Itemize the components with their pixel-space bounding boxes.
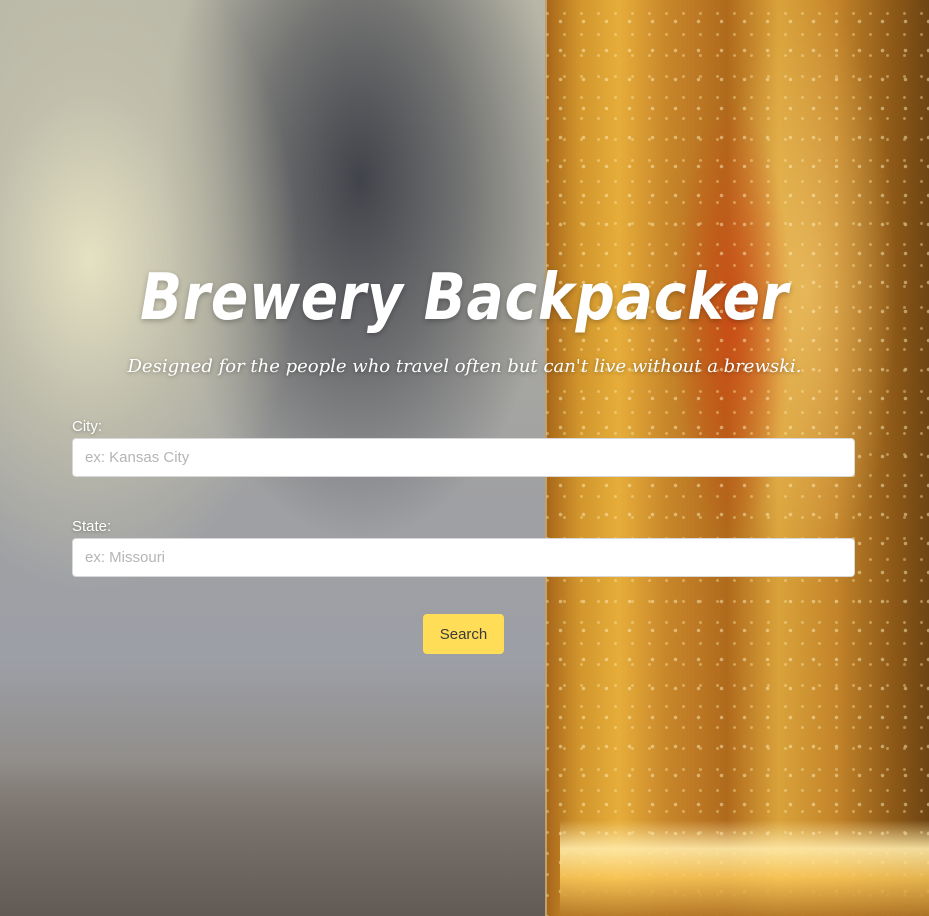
page-subtitle: Designed for the people who travel often… bbox=[127, 356, 802, 377]
hero-section: Brewery Backpacker Designed for the peop… bbox=[0, 0, 929, 916]
state-input[interactable] bbox=[72, 538, 855, 577]
city-input[interactable] bbox=[72, 438, 855, 477]
state-label: State: bbox=[72, 518, 112, 535]
city-label: City: bbox=[72, 418, 102, 435]
search-button[interactable]: Search bbox=[423, 614, 504, 654]
page-title: Brewery Backpacker bbox=[140, 261, 789, 335]
